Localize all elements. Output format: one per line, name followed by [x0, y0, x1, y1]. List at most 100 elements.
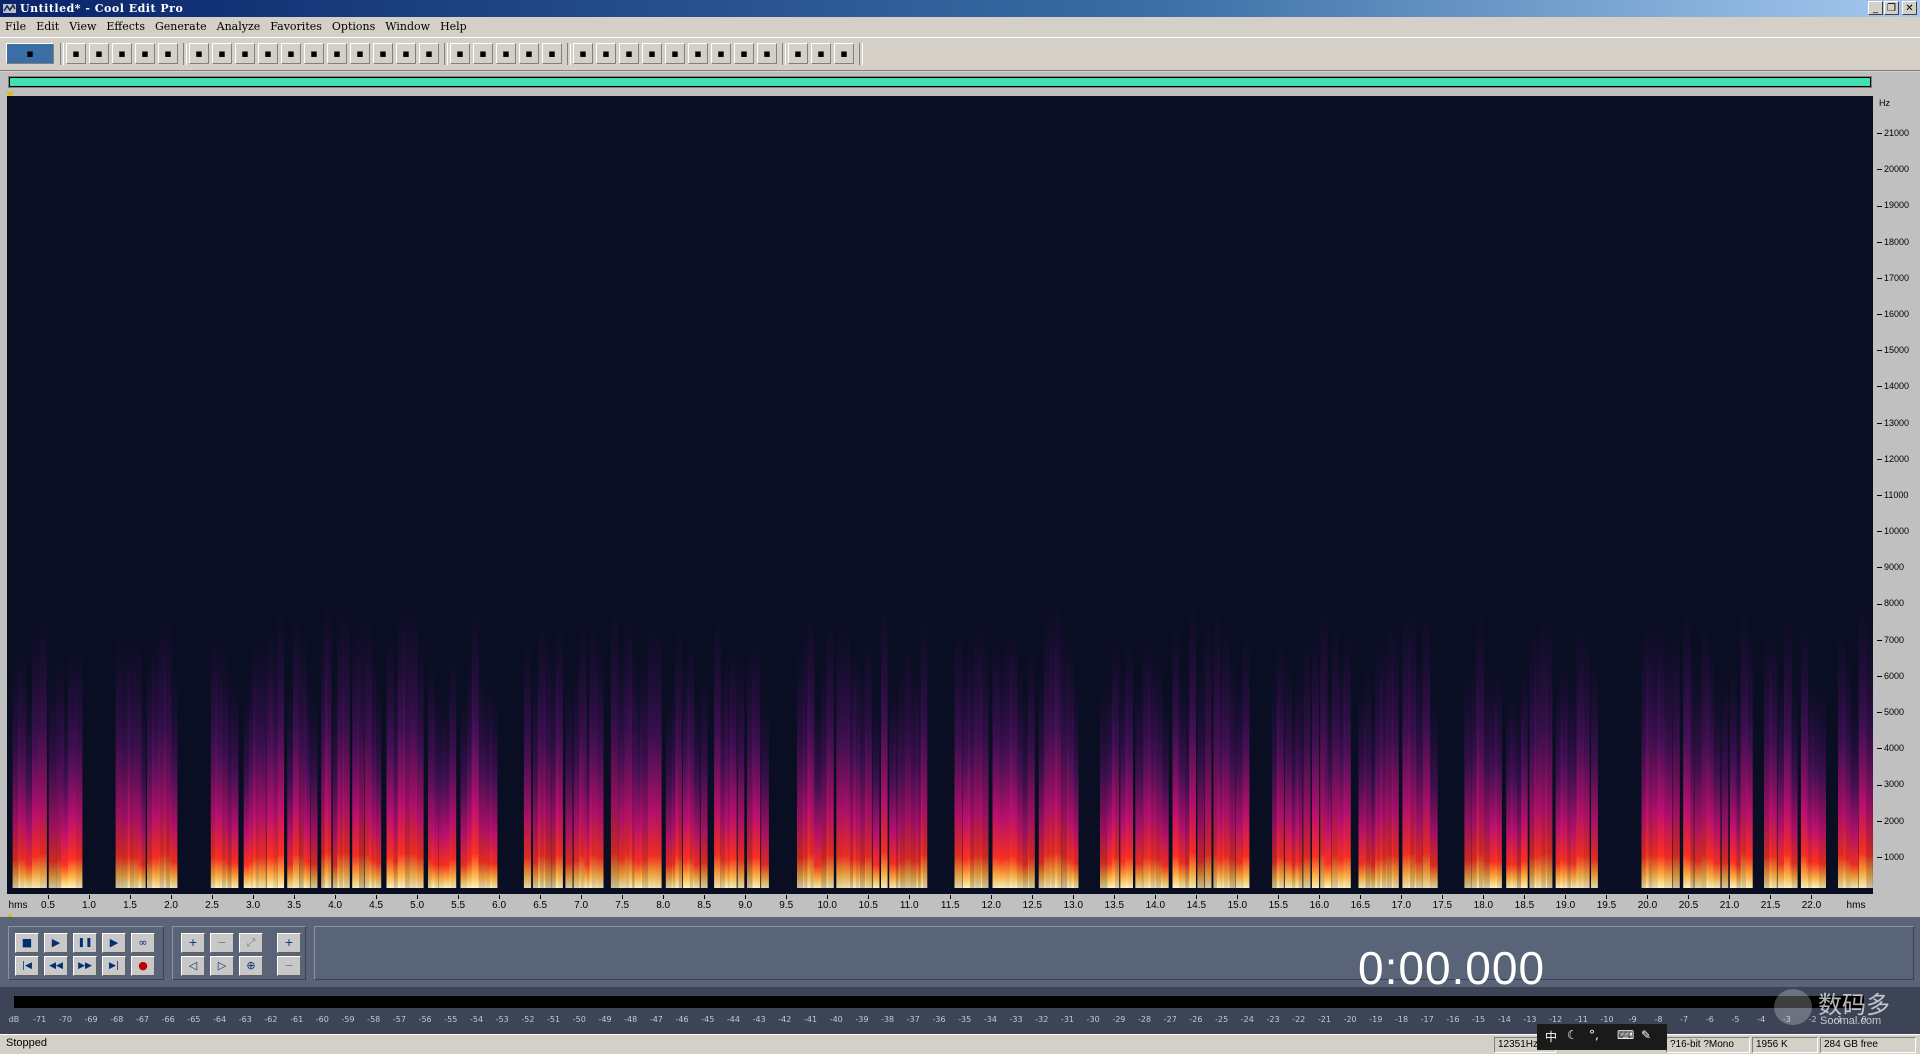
menu-effects[interactable]: Effects [101, 17, 150, 36]
waveform-view-button[interactable]: ▪ [6, 43, 54, 64]
minimize-button[interactable]: _ [1868, 1, 1883, 15]
repeat-button[interactable]: ▪ [235, 43, 255, 64]
number-format-button[interactable]: ▪ [711, 43, 731, 64]
statistics-button[interactable]: ▪ [596, 43, 616, 64]
menu-generate[interactable]: Generate [150, 17, 212, 36]
fx-2-button[interactable]: ▪ [519, 43, 539, 64]
frequency-analysis-button[interactable]: ▪ [573, 43, 593, 64]
play-list-button[interactable]: ▪ [757, 43, 777, 64]
zoom-out-horizontal-button[interactable]: − [210, 933, 234, 953]
go-to-start-button[interactable]: |◀ [15, 956, 39, 976]
new-file-button[interactable]: ▪ [66, 43, 86, 64]
menu-options[interactable]: Options [327, 17, 380, 36]
paste-button[interactable]: ▪ [373, 43, 393, 64]
spectrogram-burst [920, 604, 928, 888]
pause-button[interactable]: ❚❚ [73, 933, 97, 953]
fx-3-button[interactable]: ▪ [542, 43, 562, 64]
rewind-button[interactable]: ◀◀ [44, 956, 68, 976]
close-file-button[interactable]: ▪ [158, 43, 178, 64]
trim-button[interactable]: ▪ [327, 43, 347, 64]
spectrogram-burst [980, 627, 989, 888]
zoom-out-vertical-button[interactable]: − [277, 956, 301, 976]
time-tick-mark [1770, 895, 1772, 899]
keyboard-icon[interactable]: ⌨ [1617, 1028, 1634, 1042]
close-button[interactable]: ✕ [1902, 1, 1917, 15]
play-pointer-button[interactable]: ▪ [642, 43, 662, 64]
menu-view[interactable]: View [64, 17, 101, 36]
play-button[interactable]: ▶ [44, 933, 68, 953]
spectrogram-burst [1100, 676, 1108, 888]
spectrogram-burst [1071, 678, 1079, 888]
spectrogram-burst [431, 691, 439, 888]
stop-button[interactable]: ■ [15, 933, 39, 953]
meter-scale-label: -22 [1292, 1015, 1306, 1024]
play-to-end-button[interactable]: ▶ [102, 933, 126, 953]
fast-forward-button[interactable]: ▶▶ [73, 956, 97, 976]
undo-button[interactable]: ▪ [189, 43, 209, 64]
record-button[interactable]: ▪ [419, 43, 439, 64]
spectrogram-burst [1657, 616, 1665, 888]
meter-scale-label: -52 [521, 1015, 535, 1024]
zoom-to-right-button[interactable]: ▷ [210, 956, 234, 976]
paste-new-button[interactable]: ▪ [396, 43, 416, 64]
zoom-in-horizontal-button[interactable]: + [181, 933, 205, 953]
punctuation-icon[interactable]: °, [1589, 1028, 1599, 1042]
time-tick-label: 3.5 [287, 900, 302, 911]
scripts-button[interactable]: ▪ [811, 43, 831, 64]
transport-area: ■ ▶ ❚❚ ▶ ∞ |◀ ◀◀ ▶▶ ▶| ● + − ⤢ + ◁ ▷ ⊕ −… [0, 917, 1920, 994]
spectrogram-burst [998, 648, 1006, 888]
spectrogram-burst [836, 617, 844, 888]
cue-list-button[interactable]: ▪ [734, 43, 754, 64]
spectral-display[interactable] [7, 96, 1873, 894]
settings-button[interactable]: ▪ [788, 43, 808, 64]
record-button[interactable]: ● [131, 956, 155, 976]
frequency-tick-label: 11000 [1877, 490, 1908, 500]
spectral-view-button[interactable]: ▪ [450, 43, 470, 64]
overview-visible-range[interactable] [10, 78, 1870, 86]
time-ruler[interactable]: hms hms 0.5 1.0 1.5 2.0 2.5 3.0 3.5 4.0 4.5 5.0 5.… [0, 895, 1873, 917]
overview-bar[interactable] [8, 76, 1872, 88]
zoom-to-left-button[interactable]: ◁ [181, 956, 205, 976]
help-button[interactable]: ▪ [834, 43, 854, 64]
scan-button[interactable]: ▪ [619, 43, 639, 64]
menu-file[interactable]: File [0, 17, 31, 36]
title-bar[interactable]: Untitled* - Cool Edit Pro _ ❐ ✕ [0, 0, 1920, 17]
meter-scale-label: -34 [983, 1015, 997, 1024]
mix-paste-button[interactable]: ▪ [350, 43, 370, 64]
menu-window[interactable]: Window [380, 17, 435, 36]
spectrogram-burst [490, 689, 498, 888]
ime-language-label[interactable]: 中 [1545, 1028, 1557, 1045]
time-tick-mark [1606, 895, 1608, 899]
zoom-full-button[interactable]: ⤢ [239, 933, 263, 953]
envelope-button[interactable]: ▪ [473, 43, 493, 64]
menu-edit[interactable]: Edit [31, 17, 64, 36]
spectrogram-burst [1391, 621, 1399, 888]
copy-new-button[interactable]: ▪ [281, 43, 301, 64]
help-icon: ▪ [840, 47, 848, 60]
wrench-icon[interactable]: ✎ [1641, 1028, 1651, 1042]
restore-button[interactable]: ❐ [1884, 1, 1899, 15]
redo-button[interactable]: ▪ [212, 43, 232, 64]
menu-favorites[interactable]: Favorites [265, 17, 327, 36]
cut-button[interactable]: ▪ [304, 43, 324, 64]
time-format-button[interactable]: ▪ [688, 43, 708, 64]
zoom-selection-button[interactable]: ⊕ [239, 956, 263, 976]
fx-1-button[interactable]: ▪ [496, 43, 516, 64]
go-to-end-button[interactable]: ▶| [102, 956, 126, 976]
moon-icon[interactable]: ☾ [1567, 1028, 1578, 1042]
save-all-button[interactable]: ▪ [135, 43, 155, 64]
loop-button[interactable]: ∞ [131, 933, 155, 953]
spectrogram[interactable] [7, 96, 1873, 894]
zoom-in-vertical-button[interactable]: + [277, 933, 301, 953]
zoom-tool-button[interactable]: ▪ [665, 43, 685, 64]
time-tick-mark [1401, 895, 1403, 899]
app-icon[interactable] [2, 1, 17, 16]
copy-button[interactable]: ▪ [258, 43, 278, 64]
time-tick-mark [171, 895, 173, 899]
open-file-button[interactable]: ▪ [89, 43, 109, 64]
menu-analyze[interactable]: Analyze [212, 17, 266, 36]
menu-help[interactable]: Help [435, 17, 472, 36]
ime-tray[interactable]: 中 ☾ °, ⌨ ✎ [1537, 1024, 1667, 1050]
new-file-icon: ▪ [72, 47, 80, 60]
save-button[interactable]: ▪ [112, 43, 132, 64]
